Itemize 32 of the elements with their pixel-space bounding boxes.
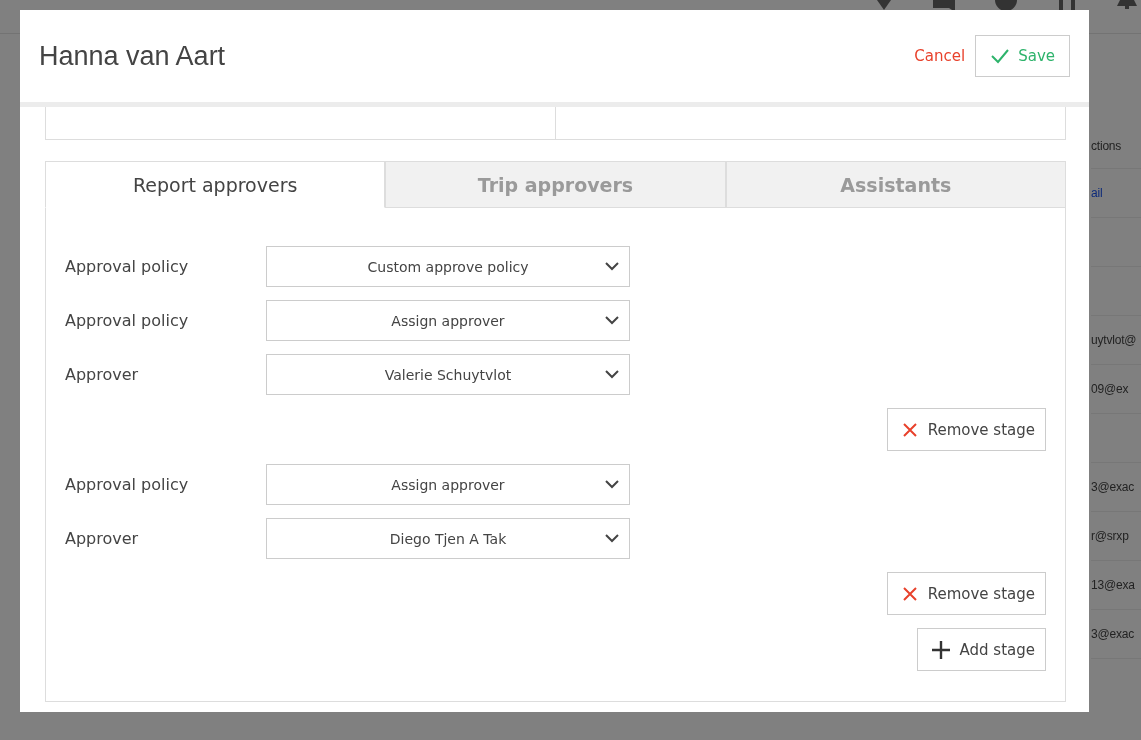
chevron-down-icon (605, 534, 619, 543)
table-cell: 09@ex (1091, 382, 1129, 396)
add-stage-button[interactable]: Add stage (916, 628, 1046, 671)
dialog-title: Hanna van Aart (39, 40, 226, 72)
check-icon (990, 48, 1011, 64)
remove-stage-button[interactable]: Remove stage (886, 572, 1046, 615)
dropdown-field[interactable]: Valerie Schuytvlot (266, 354, 630, 395)
chevron-down-icon (605, 316, 619, 325)
field-label: Approval policy (65, 475, 190, 494)
chevron-down-icon (605, 480, 619, 489)
table-cell: 3@exac (1091, 480, 1134, 494)
table-cell: uytvlot@ (1091, 333, 1137, 347)
chevron-down-icon (605, 262, 619, 271)
field-label: Approver (65, 529, 140, 548)
field-label: Approval policy (65, 311, 190, 330)
table-cell: 13@exa (1091, 578, 1135, 592)
table-cell: 3@exac (1091, 627, 1134, 641)
close-icon (901, 585, 918, 602)
table-cell: r@srxp (1091, 529, 1129, 543)
remove-stage-button[interactable]: Remove stage (886, 408, 1046, 451)
field-label: Approval policy (65, 257, 190, 276)
close-icon (901, 421, 918, 438)
cancel-button[interactable]: Cancel (914, 47, 966, 65)
column-header: ctions (1091, 139, 1122, 153)
dropdown-field[interactable]: Custom approve policy (266, 246, 630, 287)
dropdown-field[interactable]: Diego Tjen A Tak (266, 518, 630, 559)
field-label: Approver (65, 365, 140, 384)
tab[interactable]: Report approvers (45, 161, 386, 208)
plus-icon (931, 640, 950, 659)
dropdown-field[interactable]: Assign approver (266, 464, 630, 505)
chevron-down-icon (605, 370, 619, 379)
dropdown-field[interactable]: Assign approver (266, 300, 630, 341)
